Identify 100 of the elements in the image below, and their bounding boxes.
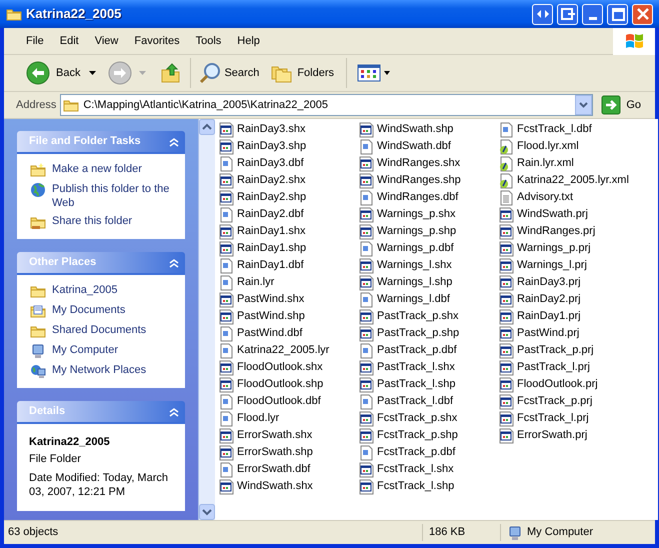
- list-entry[interactable]: WindRanges.prj: [498, 223, 658, 240]
- task-link[interactable]: Make a new folder: [52, 162, 142, 176]
- list-entry[interactable]: FloodOutlook.shx: [218, 359, 358, 376]
- task-link[interactable]: My Network Places: [52, 363, 146, 377]
- list-entry[interactable]: FcstTrack_p.shx: [358, 410, 498, 427]
- list-entry[interactable]: Warnings_p.shx: [358, 206, 498, 223]
- address-field[interactable]: C:\Mapping\Atlantic\Katrina_2005\Katrina22_2005: [60, 94, 594, 116]
- list-entry[interactable]: FcstTrack_p.dbf: [358, 444, 498, 461]
- menu-item[interactable]: Help: [229, 30, 268, 52]
- minimize-icon: [588, 16, 596, 20]
- list-entry[interactable]: RainDay2.shx: [218, 172, 358, 189]
- list-entry[interactable]: Warnings_p.dbf: [358, 240, 498, 257]
- list-entry[interactable]: PastWind.dbf: [218, 325, 358, 342]
- menu-item[interactable]: Favorites: [126, 30, 188, 52]
- list-entry[interactable]: RainDay3.prj: [498, 274, 658, 291]
- xml-document-icon: [498, 172, 514, 188]
- list-entry[interactable]: FloodOutlook.dbf: [218, 393, 358, 410]
- scroll-up-icon: [199, 119, 215, 135]
- scrollbar[interactable]: [198, 119, 215, 520]
- list-entry[interactable]: Warnings_l.dbf: [358, 291, 498, 308]
- list-entry[interactable]: WindSwath.prj: [498, 206, 658, 223]
- list-entry[interactable]: RainDay2.prj: [498, 291, 658, 308]
- list-entry[interactable]: ErrorSwath.prj: [498, 427, 658, 444]
- list-entry[interactable]: RainDay2.dbf: [218, 206, 358, 223]
- menu-item[interactable]: Edit: [52, 30, 87, 52]
- list-entry[interactable]: PastTrack_l.shp: [358, 376, 498, 393]
- task-link[interactable]: Katrina_2005: [52, 283, 118, 297]
- program-window-icon: [498, 342, 514, 358]
- list-entry[interactable]: FcstTrack_l.shp: [358, 478, 498, 495]
- list-entry[interactable]: Warnings_p.shp: [358, 223, 498, 240]
- maximize-button[interactable]: [607, 4, 628, 24]
- menu-item[interactable]: Tools: [188, 30, 230, 52]
- menu-item[interactable]: File: [18, 30, 52, 52]
- list-entry[interactable]: RainDay1.shx: [218, 223, 358, 240]
- list-entry[interactable]: RainDay3.dbf: [218, 155, 358, 172]
- list-entry[interactable]: PastTrack_p.dbf: [358, 342, 498, 359]
- list-entry[interactable]: RainDay1.dbf: [218, 257, 358, 274]
- list-entry[interactable]: WindSwath.shp: [358, 121, 498, 138]
- views-button[interactable]: [357, 63, 392, 83]
- close-button[interactable]: [632, 4, 653, 24]
- list-entry[interactable]: PastTrack_p.prj: [498, 342, 658, 359]
- list-entry[interactable]: PastTrack_l.dbf: [358, 393, 498, 410]
- list-entry[interactable]: WindRanges.dbf: [358, 189, 498, 206]
- task-link[interactable]: My Documents: [52, 303, 126, 317]
- list-entry[interactable]: Katrina22_2005.lyr.xml: [498, 172, 658, 189]
- list-entry[interactable]: ErrorSwath.shp: [218, 444, 358, 461]
- list-entry[interactable]: WindSwath.shx: [218, 478, 358, 495]
- folders-button[interactable]: Folders: [269, 63, 336, 83]
- list-entry[interactable]: FcstTrack_l.prj: [498, 410, 658, 427]
- list-entry[interactable]: FcstTrack_p.shp: [358, 427, 498, 444]
- program-window-icon: [218, 240, 234, 256]
- list-entry[interactable]: FcstTrack_p.prj: [498, 393, 658, 410]
- search-button[interactable]: Search: [197, 62, 262, 84]
- list-entry[interactable]: PastTrack_l.prj: [498, 359, 658, 376]
- document-icon: [218, 410, 234, 426]
- list-entry[interactable]: Warnings_l.shx: [358, 257, 498, 274]
- back-button[interactable]: Back: [24, 61, 82, 85]
- list-entry[interactable]: RainDay1.shp: [218, 240, 358, 257]
- task-link[interactable]: Shared Documents: [52, 323, 146, 337]
- list-entry[interactable]: PastWind.shx: [218, 291, 358, 308]
- list-entry[interactable]: PastWind.prj: [498, 325, 658, 342]
- list-entry[interactable]: Flood.lyr: [218, 410, 358, 427]
- list-entry[interactable]: RainDay3.shp: [218, 138, 358, 155]
- address-dropdown-button[interactable]: [575, 95, 592, 115]
- task-link[interactable]: Publish this folder to the Web: [52, 182, 172, 210]
- list-entry[interactable]: PastWind.shp: [218, 308, 358, 325]
- list-entry[interactable]: WindSwath.dbf: [358, 138, 498, 155]
- list-entry[interactable]: WindRanges.shx: [358, 155, 498, 172]
- list-entry[interactable]: WindRanges.shp: [358, 172, 498, 189]
- back-forward-button[interactable]: [532, 4, 553, 24]
- list-entry[interactable]: RainDay2.shp: [218, 189, 358, 206]
- list-entry[interactable]: FloodOutlook.prj: [498, 376, 658, 393]
- list-entry[interactable]: Flood.lyr.xml: [498, 138, 658, 155]
- task-link[interactable]: My Computer: [52, 343, 118, 357]
- list-entry[interactable]: PastTrack_l.shx: [358, 359, 498, 376]
- list-entry[interactable]: Rain.lyr.xml: [498, 155, 658, 172]
- list-entry[interactable]: Rain.lyr: [218, 274, 358, 291]
- list-entry[interactable]: RainDay3.shx: [218, 121, 358, 138]
- list-entry[interactable]: Katrina22_2005.lyr: [218, 342, 358, 359]
- document-icon: [218, 394, 234, 410]
- list-entry[interactable]: Advisory.txt: [498, 189, 658, 206]
- list-entry[interactable]: RainDay1.prj: [498, 308, 658, 325]
- list-entry[interactable]: FcstTrack_l.dbf: [498, 121, 658, 138]
- list-entry[interactable]: PastTrack_p.shp: [358, 325, 498, 342]
- menu-item[interactable]: View: [86, 30, 126, 52]
- window-switch-button[interactable]: [557, 4, 578, 24]
- go-button[interactable]: Go: [597, 95, 649, 115]
- list-entry[interactable]: PastTrack_p.shx: [358, 308, 498, 325]
- minimize-button[interactable]: [582, 4, 603, 24]
- program-window-icon: [358, 376, 374, 392]
- views-grid-icon: [357, 63, 382, 83]
- folder-type: File Folder: [29, 452, 82, 466]
- list-entry[interactable]: Warnings_p.prj: [498, 240, 658, 257]
- list-entry[interactable]: Warnings_l.shp: [358, 274, 498, 291]
- list-entry[interactable]: FloodOutlook.shp: [218, 376, 358, 393]
- list-entry[interactable]: FcstTrack_l.shx: [358, 461, 498, 478]
- list-entry[interactable]: Warnings_l.prj: [498, 257, 658, 274]
- list-entry[interactable]: ErrorSwath.dbf: [218, 461, 358, 478]
- list-entry[interactable]: ErrorSwath.shx: [218, 427, 358, 444]
- task-link[interactable]: Share this folder: [52, 214, 132, 228]
